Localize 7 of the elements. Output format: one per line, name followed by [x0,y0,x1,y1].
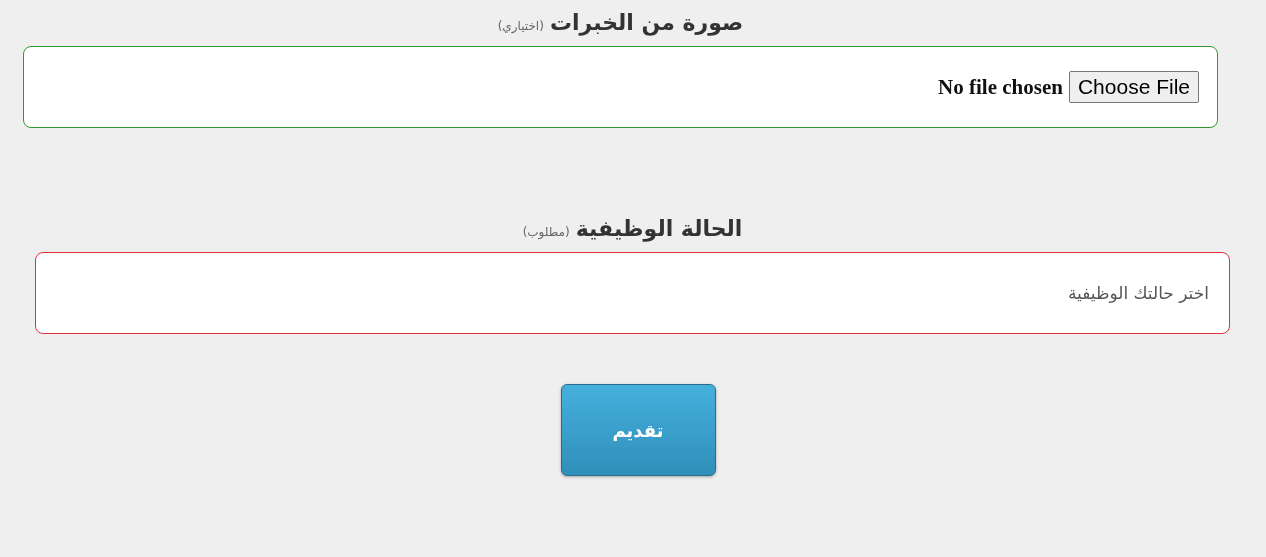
field-label: الحالة الوظيفية [575,216,743,241]
select-field[interactable]: اختر حالتك الوظيفية [35,252,1230,334]
field-note: (مطلوب) [522,225,570,239]
field-label: صورة من الخبرات [549,10,744,35]
file-status: No file chosen [938,74,1063,100]
field-note: (اختياري) [497,19,544,33]
choose-file-button[interactable]: Choose File [1068,71,1199,103]
